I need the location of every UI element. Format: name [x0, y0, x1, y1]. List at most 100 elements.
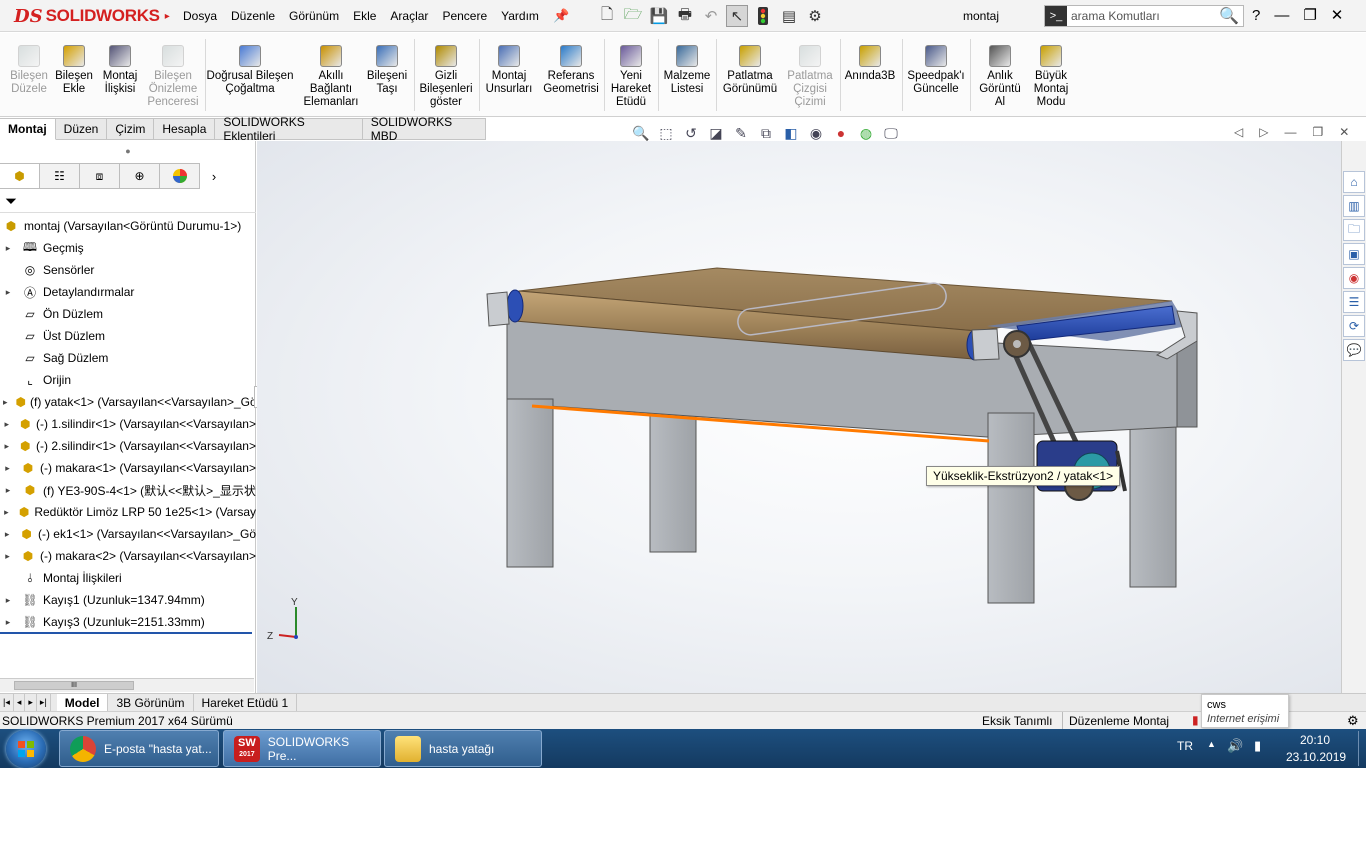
- cmd-motion-study[interactable]: Yeni Hareket Etüdü: [606, 33, 656, 117]
- cmd-insert-component[interactable]: Bileşen Ekle: [52, 33, 96, 117]
- tree-item[interactable]: ▸ ⬢ (-) 2.silindir<1> (Varsayılan<<Varsayı…: [0, 435, 256, 457]
- menu-pencere[interactable]: Pencere: [435, 9, 494, 23]
- scroll-first-icon[interactable]: |◂: [0, 693, 14, 712]
- community-icon[interactable]: 💬: [1343, 339, 1365, 361]
- tree-item[interactable]: ▸ ⬢ (f) yatak<1> (Varsayılan<<Varsayılan>_…: [0, 391, 256, 413]
- hide-show-items-icon[interactable]: ◉: [805, 123, 827, 143]
- cmd-assembly-features[interactable]: Montaj Unsurları: [482, 33, 536, 117]
- view-palette-icon[interactable]: ▣: [1343, 243, 1365, 265]
- tree-item[interactable]: ▱ Üst Düzlem: [0, 325, 256, 347]
- cmd-snapshot[interactable]: Anlık Görüntü Al: [976, 33, 1024, 117]
- tree-item[interactable]: ⫰ Montaj İlişkileri: [0, 567, 256, 589]
- select-cursor-icon[interactable]: ↖: [726, 5, 748, 27]
- cmd-speedpak[interactable]: Speedpak'ı Güncelle: [904, 33, 968, 117]
- graphics-viewport[interactable]: Y Z: [257, 141, 1341, 694]
- tree-item[interactable]: ▸ ⬢ (-) ek1<1> (Varsayılan<<Varsayılan>_Gö: [0, 523, 256, 545]
- tree-item[interactable]: ▸ 🕮 Geçmiş: [0, 237, 256, 259]
- new-document-icon[interactable]: 🗋: [596, 5, 618, 27]
- tab-mbd[interactable]: SOLIDWORKS MBD: [362, 115, 486, 143]
- task-chrome[interactable]: E-posta "hasta yat...: [59, 730, 219, 767]
- viewport-minimize-icon[interactable]: —: [1284, 125, 1296, 139]
- display-manager-tab-icon[interactable]: [160, 163, 200, 189]
- cmd-large-assembly[interactable]: Büyük Montaj Modu: [1026, 33, 1076, 117]
- search-commands[interactable]: >_ arama Komutları 🔍: [1044, 5, 1244, 27]
- expand-arrow-icon[interactable]: ▸: [3, 441, 11, 452]
- tree-item[interactable]: ▸ ⬢ (f) YE3-90S-4<1> (默认<<默认>_显示状: [0, 479, 256, 501]
- tab-model[interactable]: Model: [56, 693, 109, 712]
- volume-icon[interactable]: 🔊: [1227, 738, 1243, 754]
- viewport-restore-icon[interactable]: ❐: [1312, 125, 1323, 139]
- menu-duzenle[interactable]: Düzenle: [224, 9, 282, 23]
- solidworks-resources-icon[interactable]: ⌂: [1343, 171, 1365, 193]
- tree-item[interactable]: ▱ Sağ Düzlem: [0, 347, 256, 369]
- tree-root[interactable]: ⬢ montaj (Varsayılan<Görüntü Durumu-1>): [0, 215, 256, 237]
- cmd-bom[interactable]: Malzeme Listesi: [660, 33, 714, 117]
- configuration-manager-tab-icon[interactable]: ⧈: [80, 163, 120, 189]
- expand-arrow-icon[interactable]: ▸: [3, 397, 8, 408]
- tab-hesapla[interactable]: Hesapla: [154, 118, 216, 140]
- dynamic-annotation-icon[interactable]: ✎: [730, 123, 752, 143]
- file-properties-icon[interactable]: ▤: [778, 5, 800, 27]
- tree-item[interactable]: ▸ ⬢ (-) 1.silindir<1> (Varsayılan<<Varsayı…: [0, 413, 256, 435]
- cmd-smart-fasteners[interactable]: Akıllı Bağlantı Elemanları: [303, 33, 359, 117]
- pin-icon[interactable]: 📌: [546, 8, 576, 24]
- tree-item[interactable]: ▸ Ⓐ Detaylandırmalar: [0, 281, 256, 303]
- viewport-prev-icon[interactable]: ◁: [1234, 125, 1243, 139]
- expand-arrow-icon[interactable]: ▸: [3, 419, 11, 430]
- custom-properties-icon[interactable]: ☰: [1343, 291, 1365, 313]
- scroll-prev-icon[interactable]: ◂: [14, 693, 26, 712]
- feature-manager-tab-icon[interactable]: ⬢: [0, 163, 40, 189]
- tree-horizontal-scrollbar[interactable]: III: [0, 678, 254, 692]
- scroll-next-icon[interactable]: ▸: [25, 693, 37, 712]
- menu-ekle[interactable]: Ekle: [346, 9, 383, 23]
- display-style-icon[interactable]: ◧: [780, 123, 802, 143]
- expand-arrow-icon[interactable]: ▸: [3, 529, 11, 540]
- apply-scene-icon[interactable]: ◍: [855, 123, 877, 143]
- tree-item[interactable]: ▸ ⬢ Redüktör Limöz LRP 50 1e25<1> (Varsay: [0, 501, 256, 523]
- menu-araclar[interactable]: Araçlar: [383, 9, 435, 23]
- status-customize-icon[interactable]: ⚙: [1347, 713, 1359, 729]
- close-icon[interactable]: ✕: [1331, 6, 1344, 24]
- design-library-icon[interactable]: ▥: [1343, 195, 1365, 217]
- panel-tabs-more-icon[interactable]: ›: [206, 163, 222, 189]
- search-icon[interactable]: 🔍: [1215, 6, 1243, 26]
- assembly-model[interactable]: Y Z: [257, 141, 1341, 694]
- section-view-icon[interactable]: ◪: [705, 123, 727, 143]
- view-orientation-icon[interactable]: ⧉: [755, 123, 777, 143]
- tree-item[interactable]: ▸ ⬢ (-) makara<1> (Varsayılan<<Varsayılan>: [0, 457, 256, 479]
- expand-arrow-icon[interactable]: ▸: [3, 551, 12, 562]
- cmd-linear-pattern[interactable]: Doğrusal Bileşen Çoğaltma: [203, 33, 297, 117]
- solidworks-logo[interactable]: DS SOLIDWORKS ▸: [14, 5, 170, 27]
- viewport-close-icon[interactable]: ✕: [1339, 125, 1349, 139]
- cmd-exploded-view[interactable]: Patlatma Görünümü: [720, 33, 780, 117]
- tab-montaj[interactable]: Montaj: [0, 118, 56, 140]
- zoom-area-icon[interactable]: ⬚: [655, 123, 677, 143]
- property-manager-tab-icon[interactable]: ☷: [40, 163, 80, 189]
- menu-gorunum[interactable]: Görünüm: [282, 9, 346, 23]
- scroll-last-icon[interactable]: ▸|: [37, 693, 51, 712]
- rebuild-traffic-light-icon[interactable]: [752, 5, 774, 27]
- clock-time[interactable]: 20:10: [1300, 733, 1330, 747]
- menu-dosya[interactable]: Dosya: [176, 9, 224, 23]
- appearances-icon[interactable]: ◉: [1343, 267, 1365, 289]
- scroll-thumb[interactable]: III: [14, 681, 134, 690]
- viewport-next-icon[interactable]: ▷: [1259, 125, 1268, 139]
- tab-3d-view[interactable]: 3B Görünüm: [108, 693, 194, 712]
- options-gear-icon[interactable]: ⚙: [804, 5, 826, 27]
- status-rebuild-icon[interactable]: ▮: [1192, 713, 1199, 727]
- tray-expand-icon[interactable]: ▲: [1207, 739, 1216, 749]
- zoom-to-fit-icon[interactable]: 🔍: [630, 123, 652, 143]
- expand-arrow-icon[interactable]: ▸: [3, 595, 13, 606]
- undo-icon[interactable]: ↶: [700, 5, 722, 27]
- tree-item[interactable]: ▸ ⛓ Kayış3 (Uzunluk=2151.33mm): [0, 611, 256, 633]
- expand-arrow-icon[interactable]: ▸: [3, 463, 12, 474]
- expand-arrow-icon[interactable]: ▸: [3, 617, 13, 628]
- cmd-instant3d[interactable]: Anında3B: [840, 33, 900, 117]
- battery-icon[interactable]: ▮: [1254, 738, 1261, 754]
- help-icon[interactable]: ?: [1252, 7, 1260, 24]
- search-input[interactable]: arama Komutları: [1067, 9, 1215, 23]
- restore-icon[interactable]: ❐: [1303, 6, 1316, 24]
- file-explorer-icon[interactable]: 🗀: [1343, 219, 1365, 241]
- windows-start-button[interactable]: [6, 730, 46, 768]
- cmd-reference-geometry[interactable]: Referans Geometrisi: [540, 33, 602, 117]
